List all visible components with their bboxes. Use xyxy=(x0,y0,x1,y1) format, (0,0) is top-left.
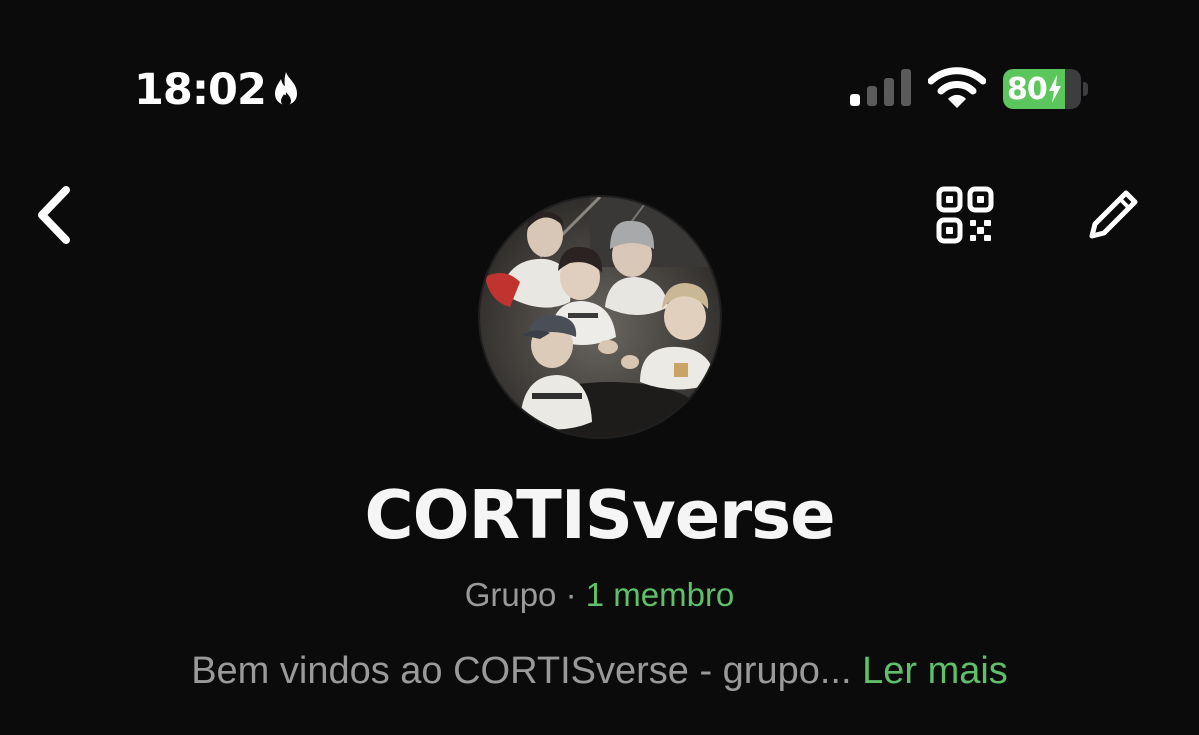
group-type-label: Grupo xyxy=(464,576,557,613)
description-text: Bem vindos ao CORTISverse - grupo... xyxy=(191,650,852,692)
wifi-icon xyxy=(928,67,986,108)
group-photo-image xyxy=(480,197,720,437)
meta-separator: · xyxy=(556,576,586,613)
charging-bolt-icon xyxy=(1048,75,1061,103)
battery-percent: 80 xyxy=(1007,71,1048,107)
battery-indicator: 80 xyxy=(1003,69,1089,109)
group-name: CORTISverse xyxy=(364,476,835,554)
qr-code-button[interactable] xyxy=(934,184,996,246)
members-link[interactable]: 1 membro xyxy=(586,576,735,613)
flame-icon xyxy=(274,72,297,106)
edit-group-button[interactable] xyxy=(1082,184,1144,244)
qr-code-icon xyxy=(936,186,994,244)
back-button[interactable] xyxy=(28,180,84,250)
group-info-screen: 18:02 80 CORTISverse Grupo · 1 membro Be… xyxy=(0,0,1199,735)
group-description: Bem vindos ao CORTISverse - grupo... Ler… xyxy=(0,650,1199,693)
battery-cap xyxy=(1083,82,1088,96)
group-meta: Grupo · 1 membro xyxy=(0,576,1199,614)
cellular-signal-icon xyxy=(850,69,911,106)
battery-body: 80 xyxy=(1003,69,1081,109)
group-avatar[interactable] xyxy=(480,197,720,437)
battery-text: 80 xyxy=(1007,69,1062,109)
status-time: 18:02 xyxy=(134,64,302,116)
read-more-link[interactable]: Ler mais xyxy=(862,650,1008,692)
clock-text: 18:02 xyxy=(134,65,267,115)
chevron-left-icon xyxy=(38,186,70,244)
pencil-icon xyxy=(1089,190,1138,239)
